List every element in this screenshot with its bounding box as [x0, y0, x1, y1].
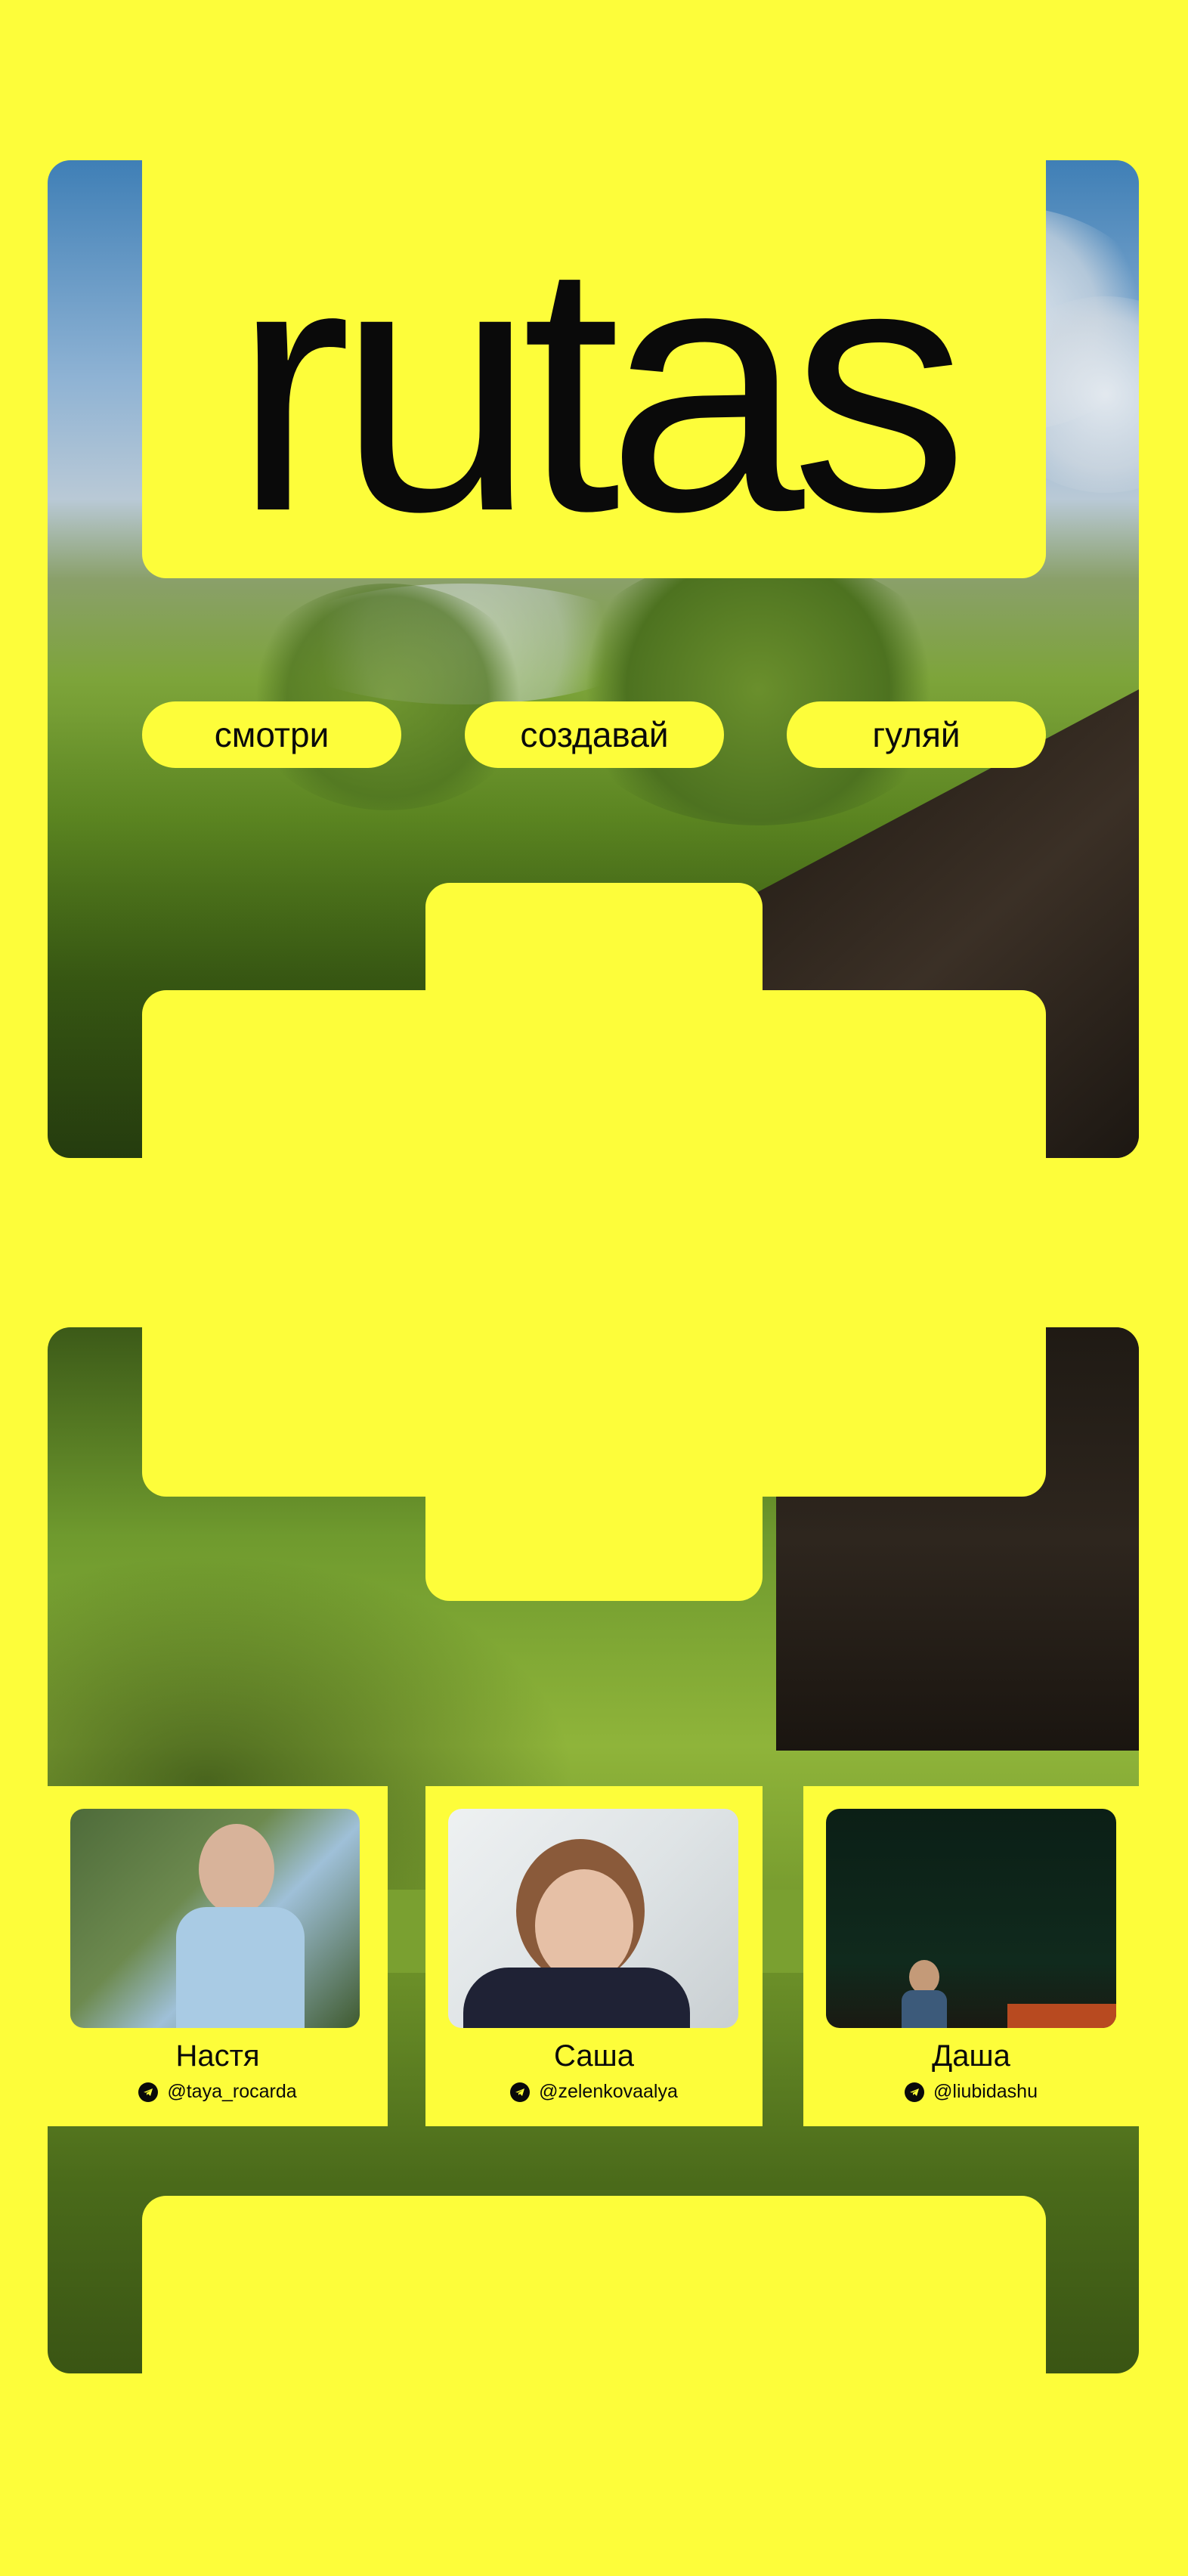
title-block: rutas: [142, 160, 1046, 578]
team-card-nastya: Настя @taya_rocarda: [48, 1786, 388, 2126]
avatar: [448, 1809, 738, 2028]
team-handle-link[interactable]: @zelenkovaalya: [425, 2081, 763, 2103]
team-name: Даша: [932, 2039, 1010, 2073]
nav-create-button[interactable]: создавай: [465, 701, 724, 768]
nav-walk-button[interactable]: гуляй: [787, 701, 1046, 768]
avatar: [826, 1809, 1116, 2028]
nav-watch-button[interactable]: смотри: [142, 701, 401, 768]
avatar: [70, 1809, 360, 2028]
frame-cutout: [425, 883, 763, 1034]
team-card-sasha: Саша @zelenkovaalya: [425, 1786, 763, 2126]
telegram-icon: [510, 2082, 531, 2102]
team-handle: @liubidashu: [933, 2081, 1038, 2102]
card-gap: [763, 1890, 803, 1973]
card-gap: [388, 1890, 425, 1973]
telegram-icon: [905, 2082, 925, 2102]
telegram-icon: [138, 2082, 159, 2102]
team-handle: @zelenkovaalya: [539, 2081, 678, 2102]
team-handle: @taya_rocarda: [167, 2081, 297, 2102]
team-handle-link[interactable]: @taya_rocarda: [48, 2081, 388, 2103]
site-title: rutas: [233, 188, 969, 585]
team-card-dasha: Даша @liubidashu: [803, 1786, 1139, 2126]
frame-cutout: [142, 2196, 1046, 2373]
team-name: Настя: [175, 2039, 260, 2073]
team-handle-link[interactable]: @liubidashu: [803, 2081, 1139, 2103]
frame-cutout: [425, 1436, 763, 1601]
team-name: Саша: [554, 2039, 634, 2073]
